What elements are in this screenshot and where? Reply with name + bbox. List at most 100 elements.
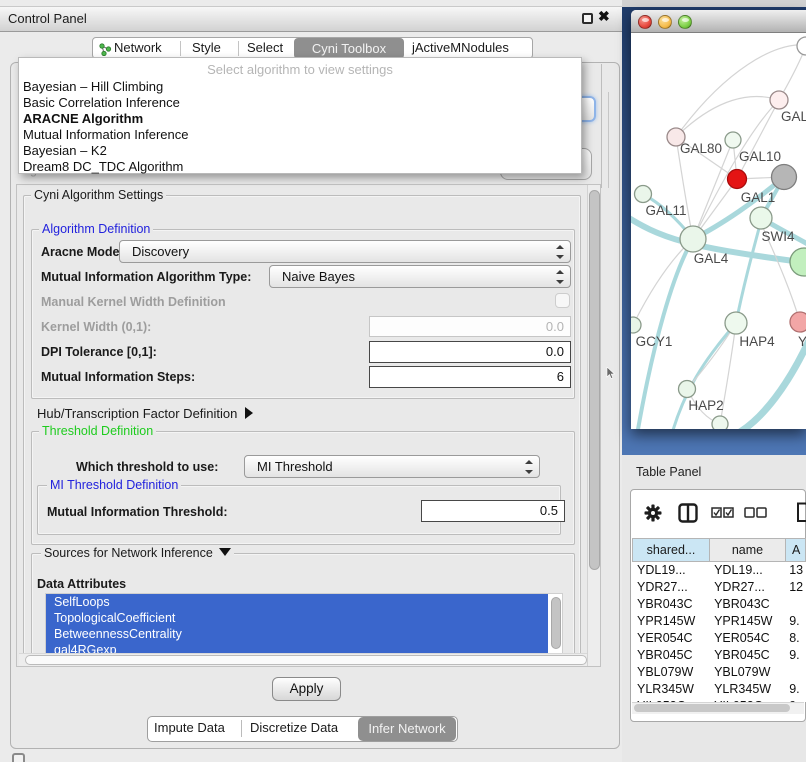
- data-attributes-label: Data Attributes: [37, 577, 126, 591]
- table-row[interactable]: YER054CYER054C8.: [632, 630, 806, 647]
- algorithm-option[interactable]: Bayesian – K2: [19, 143, 581, 159]
- algorithm-option[interactable]: Dream8 DC_TDC Algorithm: [19, 159, 581, 175]
- algorithm-option[interactable]: ARACNE Algorithm: [19, 111, 581, 127]
- data-attribute-item[interactable]: SelfLoops: [46, 594, 548, 610]
- algorithm-option[interactable]: Mutual Information Inference: [19, 127, 581, 143]
- mi-threshold-field[interactable]: 0.5: [421, 500, 565, 522]
- network-edge[interactable]: [736, 221, 761, 323]
- mi-threshold-group-title: MI Threshold Definition: [47, 478, 181, 492]
- table-cell: YBR045C: [632, 647, 709, 664]
- which-threshold-select[interactable]: MI Threshold: [244, 455, 540, 478]
- columns-icon[interactable]: [678, 503, 698, 523]
- table-row[interactable]: YDL19...YDL19...13: [632, 562, 806, 579]
- network-node-label: GAL: [781, 109, 806, 124]
- table-cell: YPR145W: [709, 613, 784, 630]
- tab-style[interactable]: Style: [192, 40, 221, 55]
- network-node-gal10[interactable]: [772, 165, 797, 190]
- aracne-mode-select[interactable]: Discovery: [119, 240, 571, 263]
- mi-threshold-label: Mutual Information Threshold:: [47, 505, 228, 519]
- mi-algorithm-type-label: Mutual Information Algorithm Type:: [41, 270, 251, 284]
- table-cell: YBL079W: [632, 664, 709, 681]
- network-node-label: GAL1: [741, 190, 776, 205]
- algorithm-option[interactable]: Bayesian – Hill Climbing: [19, 79, 581, 95]
- network-node-gcy1[interactable]: [631, 317, 641, 333]
- dpi-tolerance-label: DPI Tolerance [0,1]:: [41, 345, 157, 359]
- network-node[interactable]: [725, 132, 741, 148]
- dpi-tolerance-field[interactable]: 0.0: [369, 341, 571, 363]
- screen: Control Panel ✖ Network Style Select Cyn…: [0, 0, 806, 762]
- float-panel-icon[interactable]: [582, 13, 593, 24]
- table-row[interactable]: YBR043CYBR043C: [632, 596, 806, 613]
- control-panel-titlebar: [0, 6, 622, 32]
- column-header-partial[interactable]: A: [786, 538, 806, 562]
- apply-button[interactable]: Apply: [272, 677, 341, 701]
- algorithm-option-list: Bayesian – Hill ClimbingBasic Correlatio…: [19, 79, 581, 175]
- settings-vscrollbar-thumb[interactable]: [589, 190, 600, 570]
- table-cell: YDR27...: [632, 579, 709, 596]
- network-node-label: GCY1: [636, 334, 673, 349]
- collapse-arrow-icon: [219, 548, 231, 556]
- network-node-hap2[interactable]: [679, 381, 696, 398]
- tab-select[interactable]: Select: [247, 40, 283, 55]
- mi-algorithm-type-select[interactable]: Naive Bayes: [269, 265, 571, 288]
- network-node-gal[interactable]: [770, 91, 788, 109]
- close-window-icon[interactable]: [638, 15, 652, 29]
- network-node[interactable]: [797, 37, 806, 55]
- column-header-shared-name[interactable]: shared...: [632, 538, 710, 562]
- table-row[interactable]: YPR145WYPR145W9.: [632, 613, 806, 630]
- sources-group-title[interactable]: Sources for Network Inference: [41, 546, 234, 560]
- select-all-icon[interactable]: [711, 507, 735, 519]
- mouse-cursor: [606, 367, 616, 380]
- aracne-mode-value: Discovery: [132, 244, 189, 259]
- hub-tf-expander-label: Hub/Transcription Factor Definition: [37, 406, 237, 421]
- table-row[interactable]: YBR045CYBR045C9.: [632, 647, 806, 664]
- tab-cyni-toolbox[interactable]: Cyni Toolbox: [294, 38, 404, 59]
- data-attribute-item[interactable]: TopologicalCoefficient: [46, 610, 548, 626]
- attribute-list-scrollbar-thumb[interactable]: [551, 597, 561, 649]
- network-node-gal1[interactable]: [728, 170, 747, 189]
- table-cell: YPR145W: [632, 613, 709, 630]
- table-cell: YER054C: [632, 630, 709, 647]
- manual-kernel-width-label: Manual Kernel Width Definition: [41, 295, 226, 309]
- tab-impute-data[interactable]: Impute Data: [154, 720, 225, 735]
- table-row[interactable]: YBL079WYBL079W: [632, 664, 806, 681]
- hub-tf-expander[interactable]: Hub/Transcription Factor Definition: [37, 406, 253, 421]
- network-node-hap4[interactable]: [725, 312, 747, 334]
- table-hscrollbar-thumb[interactable]: [634, 704, 790, 712]
- table-body: YDL19...YDL19...13YDR27...YDR27...12YBR0…: [632, 562, 806, 702]
- network-node-gal4[interactable]: [680, 226, 706, 252]
- table-cell: YBL079W: [709, 664, 784, 681]
- tab-jactivemnodules[interactable]: jActiveMNodules: [412, 40, 509, 55]
- network-node-label: GAL10: [739, 149, 781, 164]
- tab-infer-network[interactable]: Infer Network: [358, 717, 456, 741]
- kernel-width-field[interactable]: 0.0: [369, 316, 571, 337]
- new-column-icon[interactable]: [796, 502, 806, 523]
- deselect-all-icon[interactable]: [744, 507, 768, 519]
- algorithm-option[interactable]: Basic Correlation Inference: [19, 95, 581, 111]
- tab-discretize-data[interactable]: Discretize Data: [250, 720, 338, 735]
- mi-steps-field[interactable]: 6: [369, 366, 571, 388]
- control-panel-title: Control Panel: [8, 11, 87, 26]
- cyni-algorithm-settings-title: Cyni Algorithm Settings: [31, 188, 166, 202]
- table-row[interactable]: YLR345WYLR345W9.: [632, 681, 806, 698]
- network-edge[interactable]: [737, 100, 779, 179]
- network-node-label: GAL4: [694, 251, 729, 266]
- network-node[interactable]: [712, 416, 728, 429]
- gear-icon[interactable]: [644, 504, 662, 522]
- manual-kernel-width-checkbox[interactable]: [555, 293, 570, 308]
- network-canvas[interactable]: GALGAL80GAL10GAL1GAL11SWI4GAL4GCY1HAP4YH…: [631, 33, 806, 429]
- table-row[interactable]: YDR27...YDR27...12: [632, 579, 806, 596]
- network-node-gal11[interactable]: [635, 186, 652, 203]
- settings-hscrollbar-thumb[interactable]: [25, 655, 587, 665]
- column-header-name[interactable]: name: [710, 538, 786, 562]
- network-node-y[interactable]: [790, 312, 806, 332]
- network-node[interactable]: [790, 248, 806, 276]
- minimize-window-icon[interactable]: [658, 15, 672, 29]
- collapsed-panel-icon[interactable]: [12, 753, 25, 762]
- table-cell: [784, 596, 806, 613]
- close-panel-icon[interactable]: ✖: [598, 8, 610, 25]
- data-attribute-item[interactable]: BetweennessCentrality: [46, 626, 548, 642]
- network-node-swi4[interactable]: [750, 207, 772, 229]
- maximize-window-icon[interactable]: [678, 15, 692, 29]
- tab-network[interactable]: Network: [114, 40, 162, 55]
